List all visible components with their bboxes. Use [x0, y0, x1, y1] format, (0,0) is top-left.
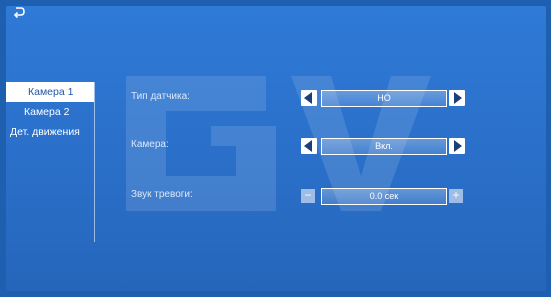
- alarm-sound-row: Звук тревоги: − 0.0 сек +: [131, 186, 471, 206]
- sensor-type-prev-button[interactable]: [301, 90, 317, 106]
- arrow-left-icon: [304, 140, 312, 152]
- camera-prev-button[interactable]: [301, 138, 317, 154]
- sensor-type-row: Тип датчика: НО: [131, 88, 471, 108]
- settings-screen: Камера 1 Камера 2 Дет. движения Тип датч…: [6, 6, 546, 291]
- sidebar: Камера 1 Камера 2 Дет. движения: [6, 82, 95, 242]
- sensor-type-label: Тип датчика:: [131, 91, 190, 102]
- sensor-type-next-button[interactable]: [449, 90, 465, 106]
- camera-value: Вкл.: [321, 138, 447, 155]
- arrow-right-icon: [454, 92, 462, 104]
- tab-motion-detection[interactable]: Дет. движения: [6, 122, 94, 142]
- arrow-left-icon: [304, 92, 312, 104]
- tab-camera-2[interactable]: Камера 2: [6, 102, 94, 122]
- alarm-sound-increase-button[interactable]: +: [449, 189, 463, 203]
- camera-row: Камера: Вкл.: [131, 136, 471, 156]
- alarm-sound-label: Звук тревоги:: [131, 189, 193, 200]
- back-arrow-icon[interactable]: [12, 6, 32, 24]
- minus-icon: −: [304, 188, 312, 202]
- alarm-sound-value: 0.0 сек: [321, 188, 447, 205]
- sensor-type-value: НО: [321, 90, 447, 107]
- alarm-sound-decrease-button[interactable]: −: [301, 189, 315, 203]
- arrow-right-icon: [454, 140, 462, 152]
- plus-icon: +: [452, 188, 460, 202]
- camera-next-button[interactable]: [449, 138, 465, 154]
- camera-label: Камера:: [131, 139, 169, 150]
- tab-camera-1[interactable]: Камера 1: [6, 82, 94, 102]
